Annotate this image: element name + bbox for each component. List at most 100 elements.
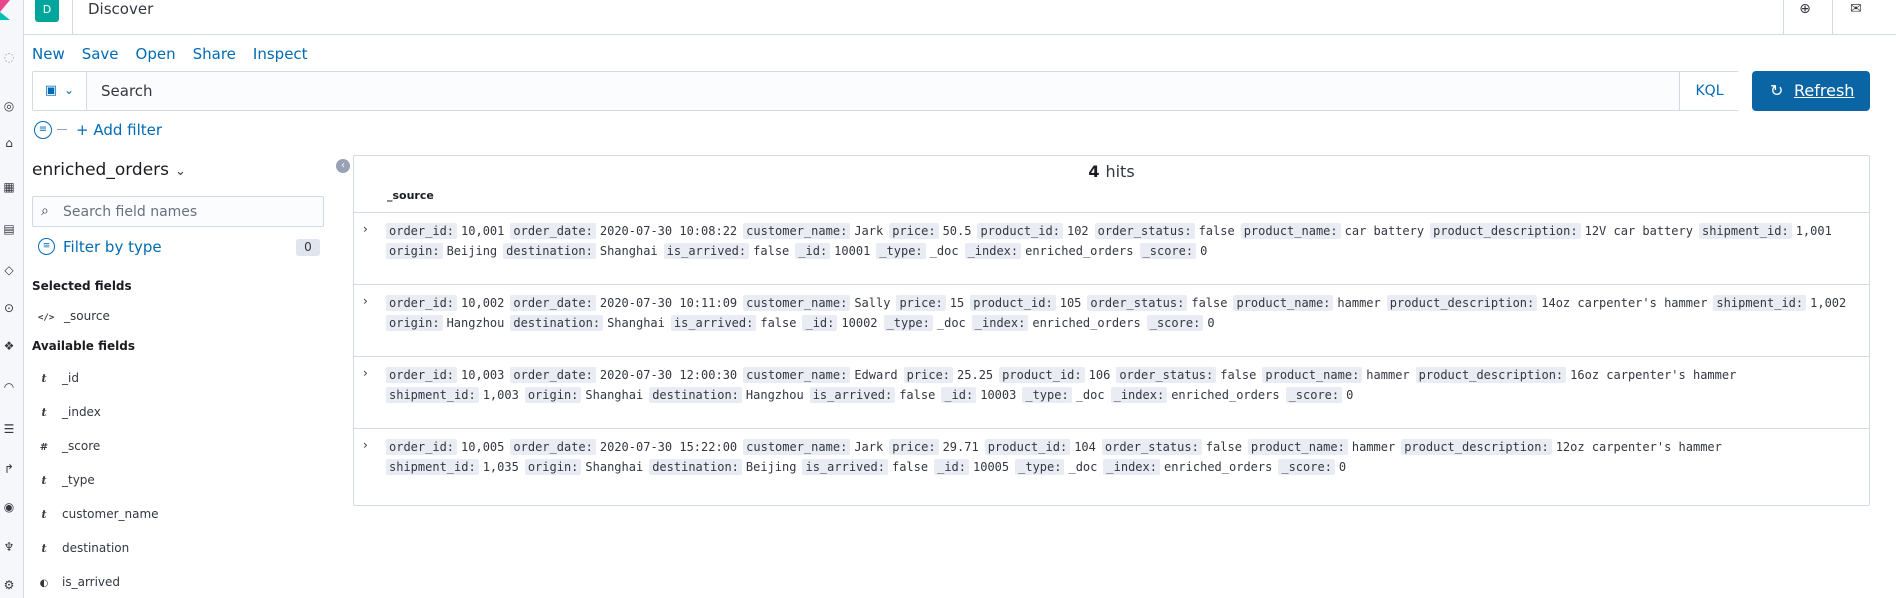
field-key: _id: [795,243,831,259]
field-value: 1,035 [482,460,519,474]
index-pattern-selector[interactable]: enriched_orders ⌄ [32,159,186,183]
chevron-down-icon: ⌄ [175,164,186,179]
maps-icon[interactable]: ◇ [2,263,16,277]
field-value: _doc [936,316,966,330]
field-key: _score: [1146,315,1204,331]
field-item[interactable]: t _id [38,369,79,387]
field-value: false [753,244,790,258]
field-key: price: [896,295,946,311]
expand-row-icon[interactable]: › [363,366,368,380]
source-line: shipment_id: 1,035 origin: Shanghai destinat… [386,457,1352,477]
field-value: false [760,316,797,330]
field-value: Edward [854,368,898,382]
field-key: is_arrived: [802,459,888,475]
recent-icon[interactable]: ◌ [2,50,16,64]
field-key: customer_name: [743,223,851,239]
field-key: customer_name: [743,439,851,455]
mail-icon[interactable]: ✉ [1846,0,1866,18]
field-item[interactable]: t destination [38,539,129,557]
field-item[interactable]: ◐ is_arrived [38,573,120,591]
top-nav-menu: New Save Open Share Inspect [32,44,325,64]
results-panel: 4 hits _source › order_id: 10,001 order_dat… [353,155,1870,506]
collapse-sidebar-icon[interactable]: ‹ [336,159,350,173]
field-key: product_description: [1386,295,1538,311]
source-line: order_id: 10,001 order_date: 2020-07-30 10:… [386,221,1838,241]
dev-tools-icon[interactable]: ⚙ [2,578,16,592]
refresh-button[interactable]: ↻ Refresh [1752,71,1870,111]
field-key: _score: [1139,243,1197,259]
menu-new[interactable]: New [32,44,65,64]
observability-icon[interactable]: ◠ [2,380,16,394]
index-pattern-name: enriched_orders [32,160,170,180]
save-icon: ▣ [44,83,58,98]
field-item[interactable]: t customer_name [38,505,158,523]
visualize-icon[interactable]: ⌂ [2,136,16,150]
field-item[interactable]: </> _source [38,307,110,325]
field-value: 29.71 [942,440,979,454]
kibana-logo-icon[interactable] [0,0,10,20]
ml-icon[interactable]: ⊙ [2,301,16,315]
field-key: _id: [934,459,969,475]
menu-open[interactable]: Open [136,44,176,64]
expand-row-icon[interactable]: › [363,438,368,452]
field-search-input[interactable] [63,197,318,226]
field-key: _index: [1110,387,1168,403]
menu-inspect[interactable]: Inspect [253,44,308,64]
field-key: origin: [386,315,443,331]
field-key: shipment_id: [386,459,479,475]
field-value: hammer [1351,440,1396,454]
field-key: _id: [941,387,977,403]
field-value: false [1205,440,1242,454]
field-value: Jark [854,440,884,454]
saved-query-button[interactable]: ▣ ⌄ [33,72,87,110]
field-value: 104 [1074,440,1096,454]
filter-by-type-toggle[interactable]: ≡ Filter by type 0 [38,237,324,257]
field-key: price: [903,367,954,383]
field-key: destination: [649,387,742,403]
expand-row-icon[interactable]: › [363,222,368,236]
field-item[interactable]: # _score [38,437,100,455]
query-language-button[interactable]: KQL [1679,72,1739,110]
field-key: _type: [883,315,933,331]
field-key: order_id: [386,223,458,239]
field-search: ⌕ [32,196,324,227]
field-value: 2020-07-30 15:22:00 [599,440,738,454]
field-value: false [1191,296,1228,310]
discover-icon[interactable]: ◎ [2,99,16,113]
field-item[interactable]: t _type [38,471,94,489]
field-value: 50.5 [942,224,972,238]
field-key: _score: [1278,459,1335,475]
boolean-type-icon: ◐ [39,578,49,589]
siem-icon[interactable]: ♆ [2,540,16,554]
canvas-icon[interactable]: ▤ [2,222,16,236]
filter-menu-icon[interactable]: ≡ [34,121,52,139]
source-line: shipment_id: 1,003 origin: Shanghai destinat… [386,385,1359,405]
logs-icon[interactable]: ☰ [2,422,16,436]
apm-icon[interactable]: ↱ [2,462,16,476]
expand-row-icon[interactable]: › [363,294,368,308]
source-line: order_id: 10,003 order_date: 2020-07-30 12:… [386,365,1742,385]
string-type-icon: t [41,508,47,521]
field-value: Shanghai [599,244,658,258]
field-key: destination: [649,459,742,475]
space-avatar[interactable]: D [35,0,59,22]
search-input[interactable] [87,72,1679,110]
menu-save[interactable]: Save [82,44,119,64]
search-icon: ⌕ [41,203,49,219]
field-key: origin: [524,387,582,403]
menu-share[interactable]: Share [193,44,236,64]
uptime-icon[interactable]: ◉ [2,500,16,514]
field-key: order_id: [386,367,458,383]
add-filter-button[interactable]: + Add filter [76,120,162,140]
field-value: 0 [1338,460,1347,474]
graph-icon[interactable]: ❖ [2,339,16,353]
help-icon[interactable]: ⊕ [1795,0,1815,18]
field-item[interactable]: t _index [38,403,100,421]
source-column-header: _source [387,189,434,202]
dashboard-icon[interactable]: ▦ [2,180,16,194]
field-key: order_id: [386,439,458,455]
field-value: 2020-07-30 12:00:30 [599,368,738,382]
field-key: product_id: [984,439,1071,455]
field-value: 12V car battery [1584,224,1693,238]
field-value: enriched_orders [1032,316,1141,330]
